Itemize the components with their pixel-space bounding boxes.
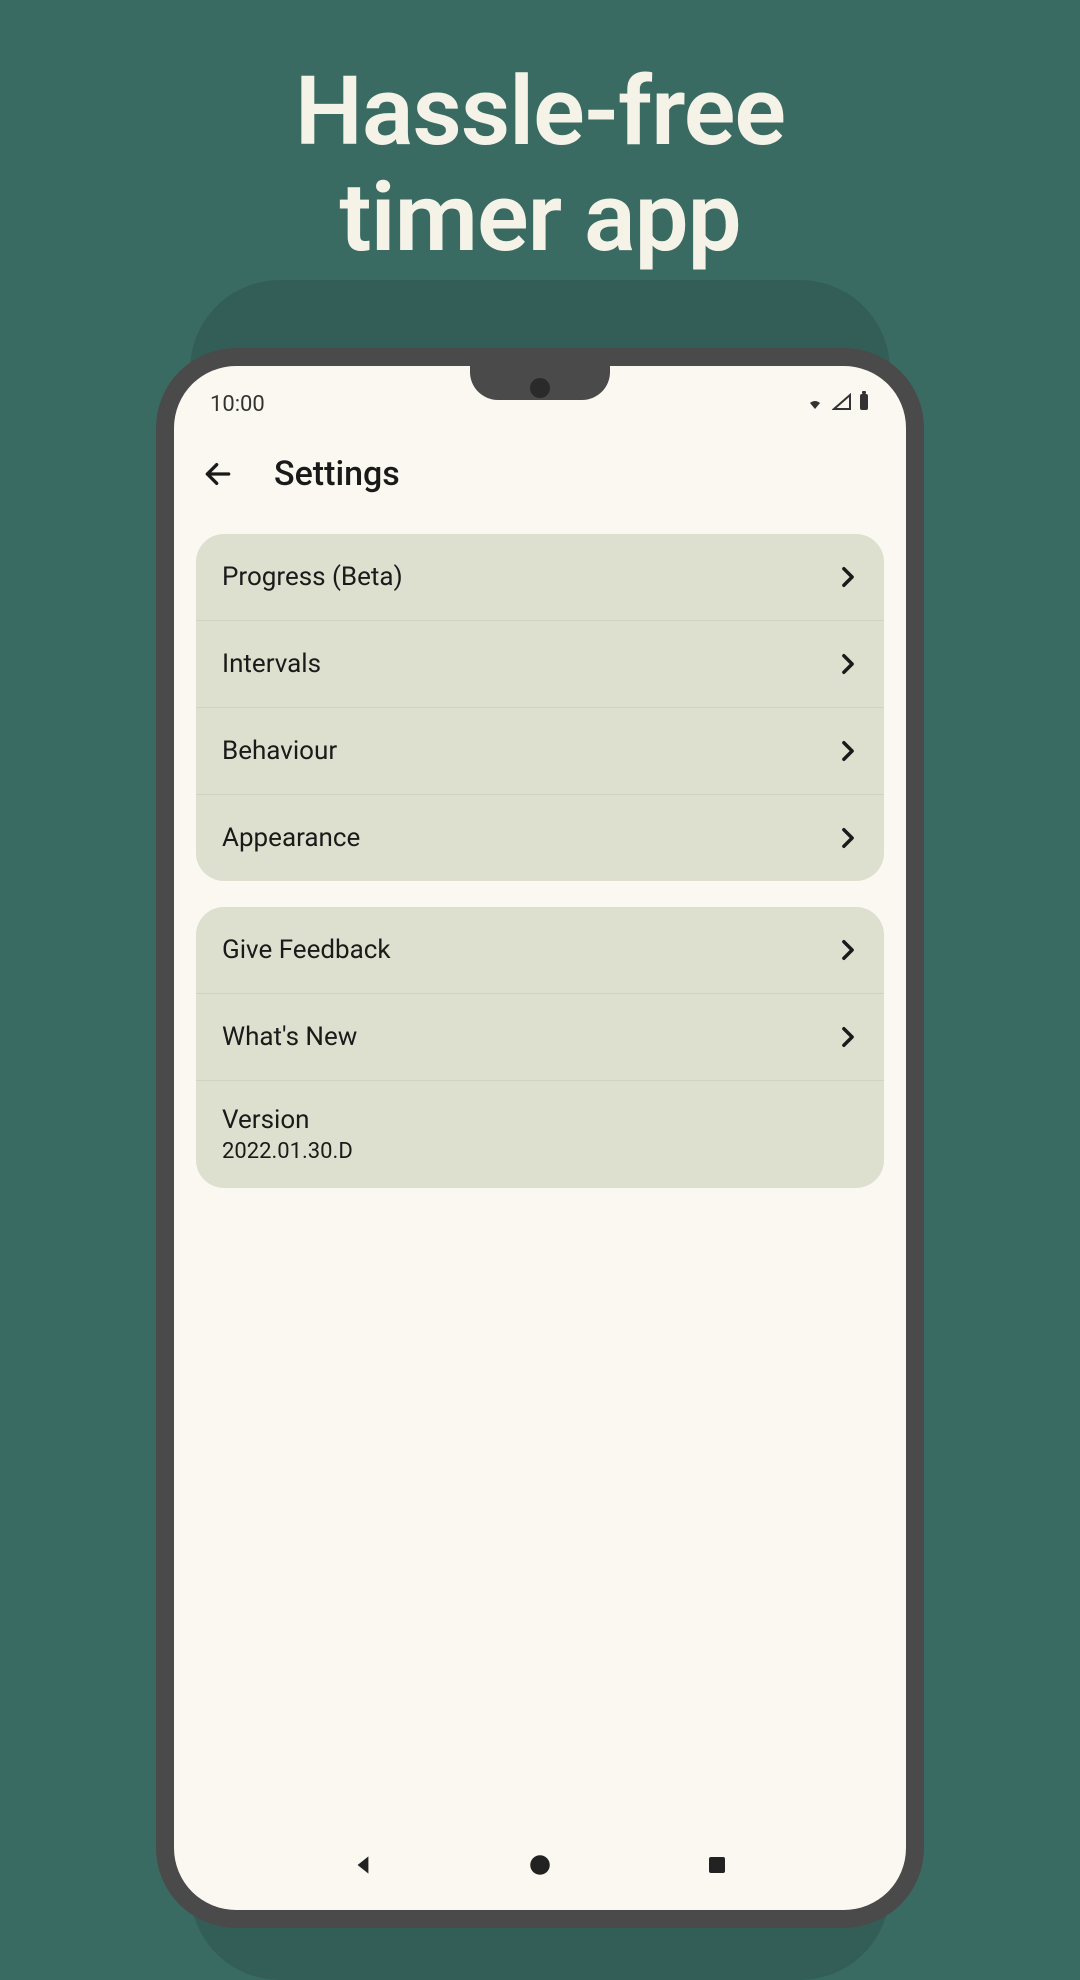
settings-item-feedback[interactable]: Give Feedback — [196, 907, 884, 994]
settings-item-label: Behaviour — [222, 736, 337, 766]
page-title: Settings — [274, 454, 400, 494]
promo-headline: Hassle-free timer app — [0, 0, 1080, 271]
settings-item-label: What's New — [222, 1022, 357, 1052]
chevron-right-icon — [838, 654, 858, 674]
settings-item-whats-new[interactable]: What's New — [196, 994, 884, 1081]
settings-group-2: Give Feedback What's New Version 2022.01… — [196, 907, 884, 1188]
nav-home-button[interactable] — [525, 1850, 555, 1880]
settings-item-intervals[interactable]: Intervals — [196, 621, 884, 708]
version-value: 2022.01.30.D — [222, 1139, 858, 1164]
settings-item-behaviour[interactable]: Behaviour — [196, 708, 884, 795]
square-icon — [705, 1853, 729, 1877]
settings-item-label: Progress (Beta) — [222, 562, 403, 592]
chevron-right-icon — [838, 741, 858, 761]
back-button[interactable] — [202, 458, 234, 490]
system-nav-bar — [174, 1820, 906, 1910]
signal-icon — [832, 392, 852, 417]
headline-line-1: Hassle-free — [0, 60, 1080, 166]
settings-item-progress[interactable]: Progress (Beta) — [196, 534, 884, 621]
version-label: Version — [222, 1105, 858, 1135]
triangle-left-icon — [350, 1852, 376, 1878]
battery-icon — [858, 391, 870, 417]
settings-group-1: Progress (Beta) Intervals Behaviour — [196, 534, 884, 881]
app-bar: Settings — [174, 424, 906, 518]
chevron-right-icon — [838, 940, 858, 960]
settings-item-label: Intervals — [222, 649, 321, 679]
phone-screen: 10:00 Settings — [174, 366, 906, 1910]
chevron-right-icon — [838, 567, 858, 587]
settings-item-appearance[interactable]: Appearance — [196, 795, 884, 881]
nav-back-button[interactable] — [348, 1850, 378, 1880]
settings-item-version: Version 2022.01.30.D — [196, 1081, 884, 1188]
arrow-left-icon — [202, 458, 234, 490]
status-time: 10:00 — [210, 392, 265, 417]
settings-content: Progress (Beta) Intervals Behaviour — [174, 518, 906, 1230]
status-icons — [804, 391, 870, 417]
headline-line-2: timer app — [0, 166, 1080, 272]
wifi-icon — [804, 392, 826, 417]
nav-recents-button[interactable] — [702, 1850, 732, 1880]
phone-notch — [470, 366, 610, 400]
settings-item-label: Appearance — [222, 823, 360, 853]
settings-item-label: Give Feedback — [222, 935, 391, 965]
chevron-right-icon — [838, 1027, 858, 1047]
chevron-right-icon — [838, 828, 858, 848]
phone-frame: 10:00 Settings — [156, 348, 924, 1928]
circle-icon — [527, 1852, 553, 1878]
